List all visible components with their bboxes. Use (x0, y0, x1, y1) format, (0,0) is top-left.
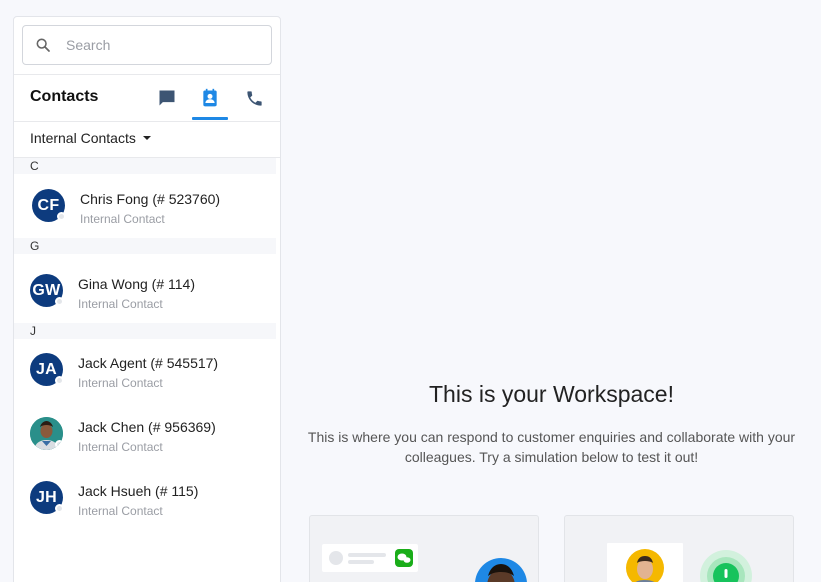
contact-type: Internal Contact (78, 297, 163, 311)
filter-label: Internal Contacts (30, 130, 136, 146)
contact-item[interactable]: CF Chris Fong (# 523760) Internal Contac… (14, 177, 276, 237)
contact-type: Internal Contact (78, 440, 163, 454)
workspace-title: This is your Workspace! (429, 381, 674, 407)
contact-type: Internal Contact (78, 376, 163, 390)
phone-icon (246, 90, 262, 106)
call-simulation-illustration (607, 543, 752, 582)
workspace-description: This is where you can respond to custome… (307, 429, 796, 465)
avatar-photo (30, 417, 63, 450)
search-icon (36, 38, 50, 52)
simulation-card-chat[interactable] (309, 515, 539, 582)
contacts-book-icon (203, 88, 217, 107)
contact-item[interactable]: JA Jack Agent (# 545517) Internal Contac… (14, 341, 276, 401)
search-box[interactable] (22, 25, 272, 65)
contact-item[interactable]: Jack Chen (# 956369) Internal Contact (14, 405, 276, 465)
contacts-header: Contacts (14, 75, 280, 121)
contact-item[interactable]: JH Jack Hsueh (# 115) Internal Contact (14, 469, 276, 529)
status-dot (57, 212, 66, 221)
group-header-j: J (14, 323, 276, 339)
contact-name: Chris Fong (# 523760) (80, 191, 221, 207)
contact-name: Jack Chen (# 956369) (78, 419, 216, 435)
avatar: CF (32, 189, 66, 222)
status-dot (55, 504, 64, 513)
contact-name: Jack Hsueh (# 115) (78, 483, 199, 499)
status-dot (55, 376, 64, 385)
group-header-g: G (14, 238, 276, 254)
avatar-initials: JH (35, 488, 58, 506)
tab-contacts[interactable] (192, 75, 228, 121)
avatar-initials: CF (37, 196, 60, 214)
divider (14, 121, 280, 122)
contact-name: Jack Agent (# 545517) (78, 355, 219, 371)
contact-filter-dropdown[interactable]: Internal Contacts (30, 130, 152, 146)
caret-down-icon (142, 136, 151, 140)
tab-chats[interactable] (149, 75, 185, 121)
chat-icon (159, 90, 175, 106)
contact-type: Internal Contact (78, 504, 163, 518)
avatar: GW (30, 274, 64, 307)
simulation-card-call[interactable] (564, 515, 794, 582)
chat-simulation-illustration (322, 544, 527, 582)
group-header-c: C (14, 158, 276, 174)
contact-name: Gina Wong (# 114) (78, 276, 195, 292)
status-dot (55, 297, 64, 306)
avatar-initials: JA (35, 360, 58, 378)
status-dot (55, 440, 63, 449)
search-input[interactable] (66, 37, 246, 53)
contact-type: Internal Contact (80, 212, 165, 226)
avatar: JH (30, 481, 64, 514)
contacts-panel: Contacts Internal Contacts (13, 16, 281, 582)
avatar: JA (30, 353, 64, 386)
tab-calls[interactable] (236, 75, 272, 121)
contact-item[interactable]: GW Gina Wong (# 114) Internal Contact (14, 262, 276, 322)
page-title: Contacts (30, 88, 99, 105)
